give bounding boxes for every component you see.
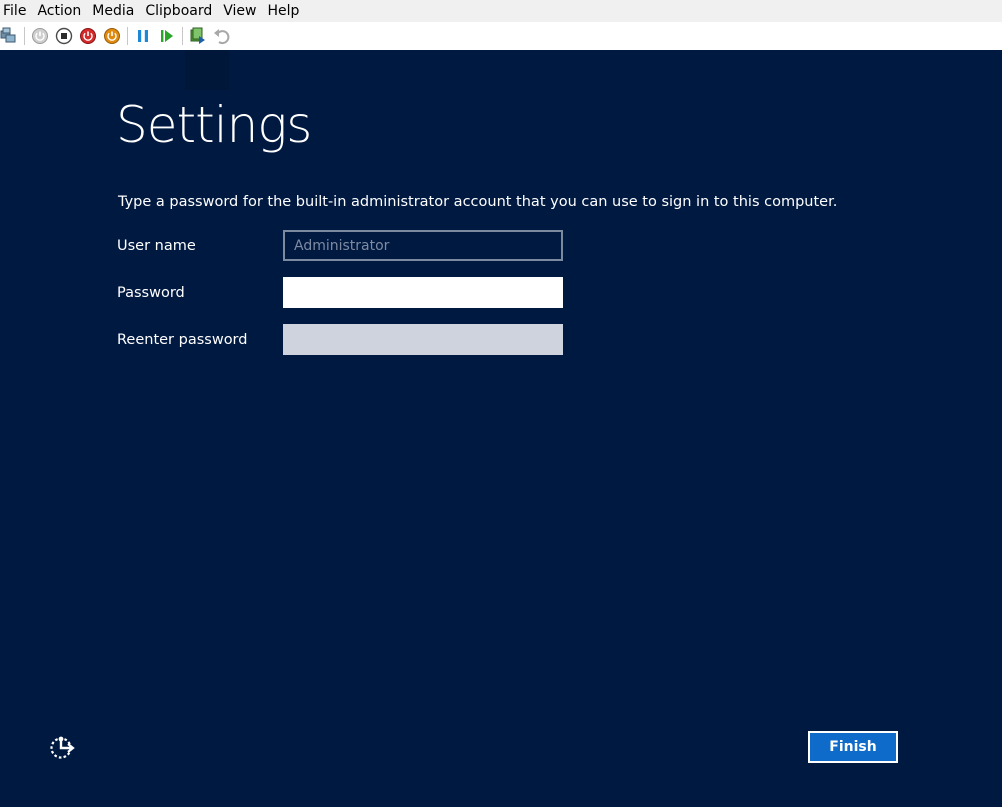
vm-screen: Settings Type a password for the built-i… <box>0 50 1002 807</box>
menu-file[interactable]: File <box>0 0 33 22</box>
menu-help[interactable]: Help <box>263 0 306 22</box>
ctrl-alt-del-icon[interactable] <box>0 27 18 45</box>
ease-of-access-icon[interactable] <box>48 733 78 763</box>
reenter-password-field[interactable] <box>283 324 563 355</box>
menu-action[interactable]: Action <box>33 0 88 22</box>
password-label: Password <box>117 285 185 301</box>
menu-bar: File Action Media Clipboard View Help <box>0 0 1002 22</box>
page-description: Type a password for the built-in adminis… <box>118 194 838 210</box>
pause-icon[interactable] <box>134 27 152 45</box>
checkpoint-icon[interactable] <box>189 27 207 45</box>
username-field <box>283 230 563 261</box>
toolbar-separator <box>24 27 25 45</box>
reset-icon[interactable] <box>158 27 176 45</box>
toolbar-separator <box>127 27 128 45</box>
revert-icon[interactable] <box>213 27 231 45</box>
password-field[interactable] <box>283 277 563 308</box>
page-title: Settings <box>116 96 312 154</box>
turn-off-icon[interactable] <box>55 27 73 45</box>
save-icon[interactable] <box>103 27 121 45</box>
shut-down-icon[interactable] <box>79 27 97 45</box>
toolbar-separator <box>182 27 183 45</box>
start-icon[interactable] <box>31 27 49 45</box>
screen-artifact <box>185 50 229 90</box>
reenter-password-label: Reenter password <box>117 332 248 348</box>
menu-clipboard[interactable]: Clipboard <box>141 0 219 22</box>
menu-media[interactable]: Media <box>88 0 141 22</box>
finish-button[interactable]: Finish <box>808 731 898 763</box>
toolbar <box>0 22 1002 51</box>
menu-view[interactable]: View <box>219 0 263 22</box>
username-label: User name <box>117 238 196 254</box>
